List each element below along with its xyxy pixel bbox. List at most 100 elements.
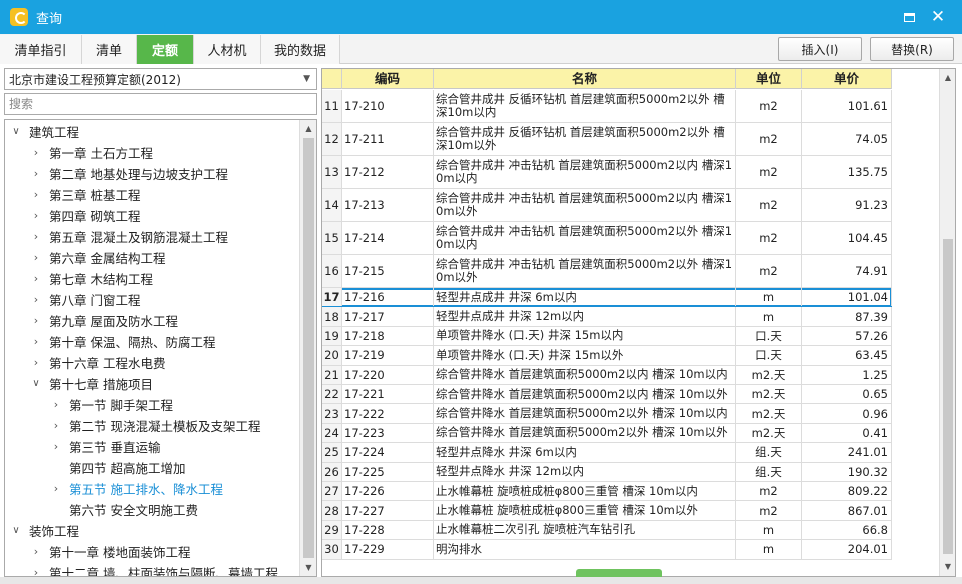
- tab-my-data[interactable]: 我的数据: [261, 35, 340, 64]
- tree-item[interactable]: › 第四章 砌筑工程: [29, 205, 141, 226]
- tree-item[interactable]: ∨ 第十七章 措施项目: [29, 373, 153, 394]
- panel-splitter-handle[interactable]: [576, 569, 662, 577]
- tree-item[interactable]: › 第五章 混凝土及钢筋混凝土工程: [29, 226, 228, 247]
- chevron-right-icon[interactable]: ›: [29, 293, 43, 306]
- scroll-down-icon[interactable]: ▼: [940, 558, 955, 575]
- tree-item[interactable]: 第四节 超高施工增加: [49, 457, 185, 478]
- table-row[interactable]: 18 17-217 轻型井点成井 井深 12m以内 m 87.39: [322, 307, 892, 327]
- chevron-right-icon[interactable]: ›: [29, 209, 43, 222]
- cell-code: 17-227: [342, 501, 434, 520]
- table-row[interactable]: 17 17-216 轻型井点成井 井深 6m以内 m 101.04: [322, 288, 892, 308]
- tree-item-label: 第十六章 工程水电费: [49, 356, 166, 371]
- chevron-right-icon[interactable]: ›: [49, 440, 63, 453]
- chevron-down-icon[interactable]: ∨: [29, 378, 43, 389]
- chevron-right-icon[interactable]: ›: [29, 545, 43, 558]
- chevron-right-icon[interactable]: ›: [49, 398, 63, 411]
- tree-item[interactable]: › 第六章 金属结构工程: [29, 247, 166, 268]
- tree-item-label: 第十一章 楼地面装饰工程: [49, 545, 191, 560]
- row-index: 21: [322, 365, 342, 384]
- header-code[interactable]: 编码: [342, 69, 434, 89]
- scroll-up-icon[interactable]: ▲: [940, 69, 955, 86]
- chevron-right-icon[interactable]: ›: [29, 146, 43, 159]
- table-row[interactable]: 19 17-218 单项管井降水 (口.天) 井深 15m以内 口.天 57.26: [322, 326, 892, 347]
- cell-unit: m2.天: [736, 365, 802, 384]
- tree-item[interactable]: › 第二章 地基处理与边坡支护工程: [29, 163, 228, 184]
- chevron-right-icon[interactable]: ›: [29, 272, 43, 285]
- table-row[interactable]: 30 17-229 明沟排水 m 204.01: [322, 540, 892, 560]
- search-input[interactable]: [4, 93, 317, 115]
- scroll-down-icon[interactable]: ▼: [300, 559, 316, 576]
- tree-item[interactable]: › 第七章 木结构工程: [29, 268, 153, 289]
- cell-name: 轻型井点成井 井深 6m以内: [434, 288, 736, 307]
- table-row[interactable]: 24 17-223 综合管井降水 首层建筑面积5000m2以外 槽深 10m以外 m2…: [322, 423, 892, 444]
- table-row[interactable]: 12 17-211 综合管井成井 反循环钻机 首层建筑面积5000m2以外 槽深10…: [322, 123, 892, 156]
- chevron-right-icon[interactable]: ›: [29, 251, 43, 264]
- table-row[interactable]: 27 17-226 止水帷幕桩 旋喷桩成桩φ800三重管 槽深 10m以内 m2 809…: [322, 482, 892, 502]
- tree-item[interactable]: › 第一章 土石方工程: [29, 142, 153, 163]
- header-unit[interactable]: 单位: [736, 69, 802, 89]
- row-index: 28: [322, 501, 342, 520]
- table-row[interactable]: 13 17-212 综合管井成井 冲击钻机 首层建筑面积5000m2以内 槽深10m…: [322, 156, 892, 189]
- chevron-right-icon[interactable]: ›: [49, 419, 63, 432]
- tree-item[interactable]: › 第三节 垂直运输: [49, 436, 161, 457]
- header-price[interactable]: 单价: [802, 69, 892, 89]
- tree-item[interactable]: › 第一节 脚手架工程: [49, 394, 173, 415]
- tree-scroll-thumb[interactable]: [303, 138, 314, 558]
- tab-bill-guide[interactable]: 清单指引: [0, 35, 82, 64]
- tree-item[interactable]: › 第十一章 楼地面装饰工程: [29, 541, 191, 562]
- table-row[interactable]: 21 17-220 综合管井降水 首层建筑面积5000m2以内 槽深 10m以内 m2…: [322, 365, 892, 385]
- tree-item[interactable]: › 第三章 桩基工程: [29, 184, 141, 205]
- chevron-right-icon[interactable]: ›: [29, 566, 43, 576]
- row-index: 15: [322, 222, 342, 254]
- tree-item[interactable]: › 第二节 现浇混凝土模板及支架工程: [49, 415, 261, 436]
- chevron-right-icon[interactable]: ›: [29, 314, 43, 327]
- chevron-right-icon[interactable]: ›: [29, 230, 43, 243]
- table-row[interactable]: 28 17-227 止水帷幕桩 旋喷桩成桩φ800三重管 槽深 10m以外 m2 867…: [322, 501, 892, 521]
- tree-item[interactable]: ∨ 建筑工程: [9, 121, 79, 142]
- replace-button[interactable]: 替换(R): [870, 37, 954, 61]
- cell-unit: m: [736, 307, 802, 326]
- table-row[interactable]: 23 17-222 综合管井降水 首层建筑面积5000m2以外 槽深 10m以内 m2…: [322, 404, 892, 424]
- table-row[interactable]: 14 17-213 综合管井成井 冲击钻机 首层建筑面积5000m2以内 槽深10m…: [322, 189, 892, 222]
- table-row[interactable]: 29 17-228 止水帷幕桩二次引孔 旋喷桩汽车钻引孔 m 66.8: [322, 520, 892, 541]
- tab-labor-material[interactable]: 人材机: [194, 35, 261, 64]
- table-scroll-thumb[interactable]: [943, 239, 953, 554]
- tab-bill[interactable]: 清单: [82, 35, 137, 64]
- cell-price: 1.25: [802, 365, 892, 384]
- tree-item[interactable]: ∨ 装饰工程: [9, 520, 79, 541]
- tree-scrollbar[interactable]: ▲ ▼: [299, 120, 316, 576]
- cell-price: 101.04: [802, 288, 892, 307]
- tree-item[interactable]: › 第八章 门窗工程: [29, 289, 141, 310]
- header-index: [322, 69, 342, 89]
- chevron-right-icon[interactable]: ›: [29, 356, 43, 369]
- chevron-right-icon[interactable]: ›: [49, 482, 63, 495]
- chevron-down-icon[interactable]: ∨: [9, 126, 23, 137]
- maximize-button[interactable]: [900, 8, 918, 26]
- quota-library-select[interactable]: 北京市建设工程预算定额(2012) ▼: [4, 68, 317, 90]
- tree-item[interactable]: › 第十章 保温、隔热、防腐工程: [29, 331, 216, 352]
- table-row[interactable]: 11 17-210 综合管井成井 反循环钻机 首层建筑面积5000m2以外 槽深10…: [322, 90, 892, 123]
- table-row[interactable]: 25 17-224 轻型井点降水 井深 6m以内 组.天 241.01: [322, 443, 892, 463]
- tree-item[interactable]: › 第五节 施工排水、降水工程: [49, 478, 223, 499]
- chevron-right-icon[interactable]: ›: [29, 188, 43, 201]
- scroll-up-icon[interactable]: ▲: [300, 120, 316, 137]
- tree-item[interactable]: 第六节 安全文明施工费: [49, 499, 198, 520]
- chevron-down-icon[interactable]: ▼: [303, 74, 310, 84]
- chevron-down-icon[interactable]: ∨: [9, 525, 23, 536]
- close-button[interactable]: ✕: [929, 7, 947, 27]
- tree-item[interactable]: › 第十二章 墙、柱面装饰与隔断、幕墙工程: [29, 562, 278, 576]
- tab-quota[interactable]: 定额: [137, 35, 194, 64]
- cell-code: 17-222: [342, 404, 434, 423]
- tree-item[interactable]: › 第十六章 工程水电费: [29, 352, 166, 373]
- chevron-right-icon[interactable]: ›: [29, 335, 43, 348]
- table-row[interactable]: 16 17-215 综合管井成井 冲击钻机 首层建筑面积5000m2以外 槽深10m…: [322, 255, 892, 288]
- insert-button[interactable]: 插入(I): [778, 37, 862, 61]
- table-row[interactable]: 15 17-214 综合管井成井 冲击钻机 首层建筑面积5000m2以外 槽深10m…: [322, 222, 892, 255]
- table-row[interactable]: 22 17-221 综合管井降水 首层建筑面积5000m2以内 槽深 10m以外 m2…: [322, 385, 892, 405]
- table-scrollbar[interactable]: ▲ ▼: [939, 69, 955, 576]
- table-row[interactable]: 20 17-219 单项管井降水 (口.天) 井深 15m以外 口.天 63.45: [322, 346, 892, 366]
- tree-item[interactable]: › 第九章 屋面及防水工程: [29, 310, 178, 331]
- table-row[interactable]: 26 17-225 轻型井点降水 井深 12m以内 组.天 190.32: [322, 462, 892, 482]
- header-name[interactable]: 名称: [434, 69, 736, 89]
- chevron-right-icon[interactable]: ›: [29, 167, 43, 180]
